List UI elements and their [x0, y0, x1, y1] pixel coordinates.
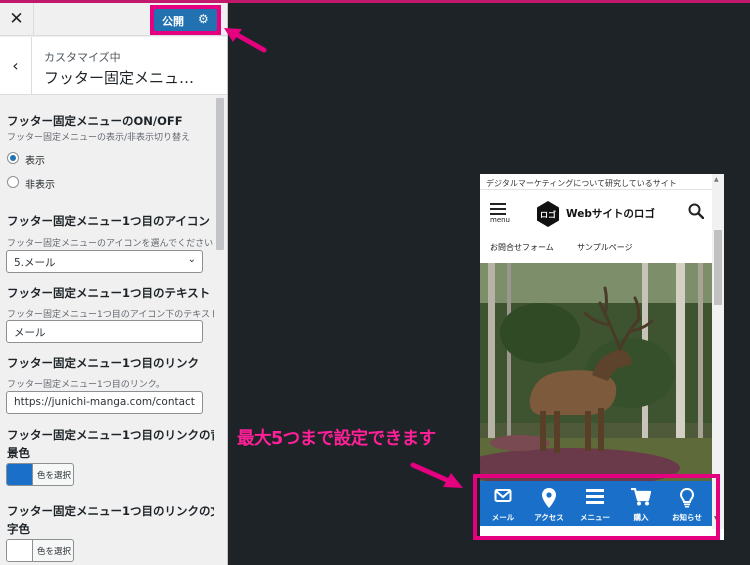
text-color-swatch: [7, 540, 33, 561]
text-color-title-line2: 字色: [7, 522, 30, 536]
site-logo-text[interactable]: Webサイトのロゴ: [566, 206, 655, 221]
publish-button[interactable]: 公開 ⚙: [154, 9, 217, 31]
annotation-text: 最大5つまで設定できます: [237, 429, 436, 449]
hero-image-deer: [480, 263, 712, 486]
close-icon: ✕: [9, 9, 24, 29]
publish-arrow-icon: [224, 28, 267, 53]
icon-description: フッター固定メニューのアイコンを選んでください: [7, 239, 214, 249]
text-color-button-label: 色を選択: [37, 547, 72, 557]
customizing-label: カスタマイズ中: [44, 51, 121, 64]
chevron-left-icon: ‹: [12, 56, 19, 75]
nav-link-contact[interactable]: お問合せフォーム: [490, 242, 554, 253]
radio-hide-label: 非表示: [25, 180, 55, 191]
section-title: フッター固定メニュ…: [44, 69, 195, 87]
nav-link-sample[interactable]: サンプルページ: [577, 242, 633, 253]
onoff-description: フッター固定メニューの表示/非表示切り替え: [7, 133, 191, 143]
gear-icon[interactable]: ⚙: [198, 12, 209, 26]
onoff-title: フッター固定メニューのON/OFF: [7, 114, 183, 128]
site-tagline: デジタルマーケティングについて研究しているサイト: [486, 179, 677, 188]
bg-color-swatch: [7, 464, 33, 485]
back-button[interactable]: ‹: [0, 37, 32, 95]
text-input[interactable]: メール: [6, 320, 203, 343]
icon-title: フッター固定メニュー1つ目のアイコン: [7, 214, 210, 228]
icon-select-value: 5.メール: [14, 257, 56, 269]
radio-show[interactable]: [7, 152, 19, 164]
bg-color-title-line1: フッター固定メニュー1つ目のリンクの背: [7, 428, 222, 442]
link-title: フッター固定メニュー1つ目のリンク: [7, 356, 199, 370]
radio-show-label: 表示: [25, 156, 45, 167]
chevron-down-icon: ⌄: [187, 254, 196, 265]
radio-hide[interactable]: [7, 176, 19, 188]
menu-label: menu: [490, 216, 510, 224]
logo-mark-text: ロゴ: [540, 210, 556, 220]
bg-color-title-line2: 景色: [7, 446, 30, 460]
text-color-button[interactable]: 色を選択: [6, 539, 74, 562]
search-icon[interactable]: [688, 203, 704, 219]
publish-highlight: 公開 ⚙: [150, 5, 221, 35]
divider: [480, 189, 712, 190]
section-title-bar: ‹ カスタマイズ中 フッター固定メニュ…: [0, 37, 227, 95]
site-logo-icon[interactable]: ロゴ: [535, 201, 561, 227]
scroll-up-icon[interactable]: ▲: [714, 176, 719, 183]
sidebar-scrollbar-thumb[interactable]: [216, 98, 224, 250]
link-input-value: https://junichi-manga.com/contact: [14, 396, 195, 408]
bg-color-button-label: 色を選択: [37, 471, 72, 481]
customizer-header: ✕ 公開 ⚙: [0, 3, 227, 36]
text-description: フッター固定メニュー1つ目のアイコン下のテキスト。: [7, 310, 228, 320]
text-color-title-line1: フッター固定メニュー1つ目のリンクの文: [7, 504, 222, 518]
close-button[interactable]: ✕: [0, 3, 34, 36]
bg-color-button[interactable]: 色を選択: [6, 463, 74, 486]
annotation-arrow-icon: [410, 462, 463, 488]
link-input[interactable]: https://junichi-manga.com/contact: [6, 391, 203, 414]
text-input-value: メール: [14, 327, 46, 339]
publish-label: 公開: [162, 15, 184, 28]
customizer-sidebar: ✕ 公開 ⚙ ‹ カスタマイズ中 フッター固定メニュ… フッター固定メニューのO…: [0, 3, 228, 565]
footer-menu-highlight: [473, 474, 720, 540]
link-description: フッター固定メニュー1つ目のリンク。: [7, 380, 166, 390]
preview-scrollbar-thumb[interactable]: [714, 230, 722, 305]
text-title: フッター固定メニュー1つ目のテキスト: [7, 286, 211, 300]
icon-select[interactable]: 5.メール ⌄: [6, 250, 203, 273]
